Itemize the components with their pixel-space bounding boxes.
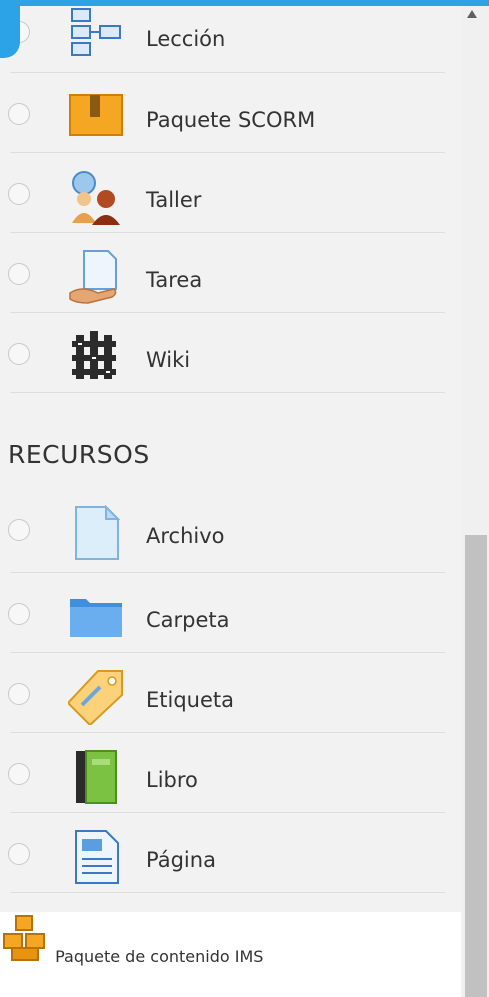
- option-label: Paquete SCORM: [146, 108, 316, 132]
- assignment-icon: [68, 249, 124, 305]
- option-label: Página: [146, 848, 216, 872]
- option-label: Carpeta: [146, 608, 230, 632]
- divider: [10, 72, 445, 73]
- wiki-icon: [68, 329, 124, 385]
- option-archivo[interactable]: Archivo: [0, 495, 461, 575]
- option-etiqueta[interactable]: Etiqueta: [0, 655, 461, 735]
- option-wiki[interactable]: Wiki: [0, 315, 461, 395]
- scorm-package-icon: [68, 89, 124, 145]
- divider: [10, 732, 445, 733]
- page-icon: [68, 829, 124, 885]
- option-label: Etiqueta: [146, 688, 234, 712]
- radio-carpeta[interactable]: [8, 603, 30, 625]
- file-icon: [68, 504, 124, 561]
- option-paquete-scorm[interactable]: Paquete SCORM: [0, 75, 461, 155]
- scroll-up-arrow-icon[interactable]: [467, 10, 477, 18]
- book-icon: [68, 749, 124, 805]
- divider: [10, 312, 445, 313]
- radio-etiqueta[interactable]: [8, 683, 30, 705]
- top-accent-strip: [0, 0, 489, 6]
- option-tarea[interactable]: Tarea: [0, 235, 461, 315]
- option-paquete-contenido-ims[interactable]: Paquete de contenido IMS: [0, 912, 461, 997]
- radio-libro[interactable]: [8, 763, 30, 785]
- scrollbar-thumb[interactable]: [465, 535, 487, 997]
- option-label-line2: contenido IMS: [150, 947, 264, 966]
- section-heading-recursos: RECURSOS: [8, 440, 150, 469]
- option-label: Tarea: [146, 268, 203, 292]
- divider: [10, 572, 445, 573]
- option-label: Wiki: [146, 348, 191, 372]
- radio-pagina[interactable]: [8, 843, 30, 865]
- radio-wiki[interactable]: [8, 343, 30, 365]
- option-label: Libro: [146, 768, 198, 792]
- option-label: Lección: [146, 27, 226, 51]
- option-label: Archivo: [146, 524, 225, 548]
- radio-paquete-scorm[interactable]: [8, 103, 30, 125]
- divider: [10, 232, 445, 233]
- radio-archivo[interactable]: [8, 519, 30, 541]
- option-carpeta[interactable]: Carpeta: [0, 575, 461, 655]
- radio-tarea[interactable]: [8, 263, 30, 285]
- option-libro[interactable]: Libro: [0, 735, 461, 815]
- radio-taller[interactable]: [8, 183, 30, 205]
- label-tag-icon: [66, 669, 124, 727]
- ims-package-icon: [0, 915, 55, 966]
- lesson-icon: [68, 6, 124, 62]
- corner-accent: [0, 0, 20, 58]
- divider: [10, 392, 445, 393]
- option-label-line1: Paquete de: [55, 947, 146, 966]
- option-leccion[interactable]: Lección: [0, 0, 461, 80]
- divider: [10, 812, 445, 813]
- folder-icon: [68, 589, 124, 645]
- option-taller[interactable]: Taller: [0, 155, 461, 235]
- divider: [10, 892, 445, 893]
- workshop-icon: [68, 169, 124, 225]
- option-label: Taller: [146, 188, 202, 212]
- option-pagina[interactable]: Página: [0, 815, 461, 895]
- divider: [10, 152, 445, 153]
- divider: [10, 652, 445, 653]
